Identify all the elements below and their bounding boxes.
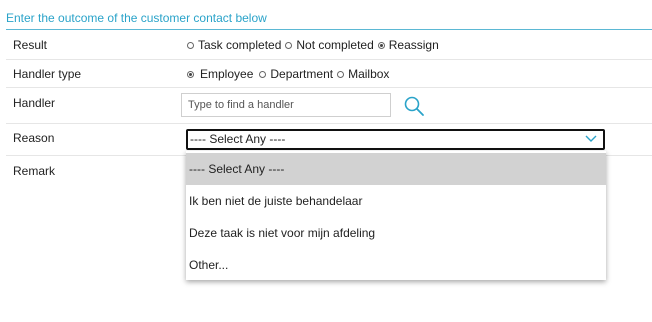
radio-unchecked-icon[interactable] bbox=[259, 70, 267, 78]
handler-type-row: Handler type Employee Department Mailbox bbox=[6, 60, 652, 88]
form-header-title: Enter the outcome of the customer contac… bbox=[6, 11, 267, 25]
handler-search-input[interactable] bbox=[181, 93, 391, 117]
radio-unchecked-icon[interactable] bbox=[285, 41, 293, 49]
result-option-not-completed-label: Not completed bbox=[296, 38, 374, 52]
handler-type-option-mailbox[interactable]: Mailbox bbox=[337, 67, 389, 81]
result-option-task-completed-label: Task completed bbox=[198, 38, 282, 52]
handler-label: Handler bbox=[13, 96, 56, 110]
search-icon[interactable] bbox=[402, 94, 426, 118]
result-radio-group: Task completed Not completed Reassign bbox=[187, 38, 443, 52]
chevron-down-icon[interactable] bbox=[585, 134, 597, 144]
result-option-task-completed[interactable]: Task completed bbox=[187, 38, 281, 52]
reason-option-select-any[interactable]: ---- Select Any ---- bbox=[186, 153, 606, 185]
result-row: Result Task completed Not completed Reas… bbox=[6, 31, 652, 60]
reason-label: Reason bbox=[13, 131, 55, 145]
handler-type-radio-group: Employee Department Mailbox bbox=[187, 67, 393, 81]
reason-option-not-my-department[interactable]: Deze taak is niet voor mijn afdeling bbox=[186, 217, 606, 249]
result-option-not-completed[interactable]: Not completed bbox=[285, 38, 374, 52]
reason-select-value: ---- Select Any ---- bbox=[190, 132, 286, 146]
handler-type-option-department-label: Department bbox=[270, 67, 334, 81]
reason-option-not-right-handler[interactable]: Ik ben niet de juiste behandelaar bbox=[186, 185, 606, 217]
reason-option-other[interactable]: Other... bbox=[186, 249, 606, 281]
remark-label: Remark bbox=[13, 164, 56, 178]
handler-type-option-department[interactable]: Department bbox=[259, 67, 333, 81]
reason-dropdown-list: ---- Select Any ---- Ik ben niet de juis… bbox=[186, 151, 606, 280]
handler-type-option-mailbox-label: Mailbox bbox=[348, 67, 390, 81]
result-label: Result bbox=[13, 38, 48, 52]
reason-select[interactable]: ---- Select Any ---- bbox=[186, 129, 605, 150]
result-option-reassign-label: Reassign bbox=[388, 38, 439, 52]
handler-type-option-employee-label: Employee bbox=[200, 67, 254, 81]
radio-unchecked-icon[interactable] bbox=[337, 70, 345, 78]
handler-type-option-employee[interactable]: Employee bbox=[187, 67, 253, 81]
radio-unchecked-icon[interactable] bbox=[187, 41, 194, 49]
radio-checked-icon[interactable] bbox=[187, 70, 194, 78]
result-option-reassign[interactable]: Reassign bbox=[377, 38, 439, 52]
handler-type-label: Handler type bbox=[13, 67, 82, 81]
form-header: Enter the outcome of the customer contac… bbox=[6, 10, 652, 30]
radio-checked-icon[interactable] bbox=[377, 41, 385, 49]
